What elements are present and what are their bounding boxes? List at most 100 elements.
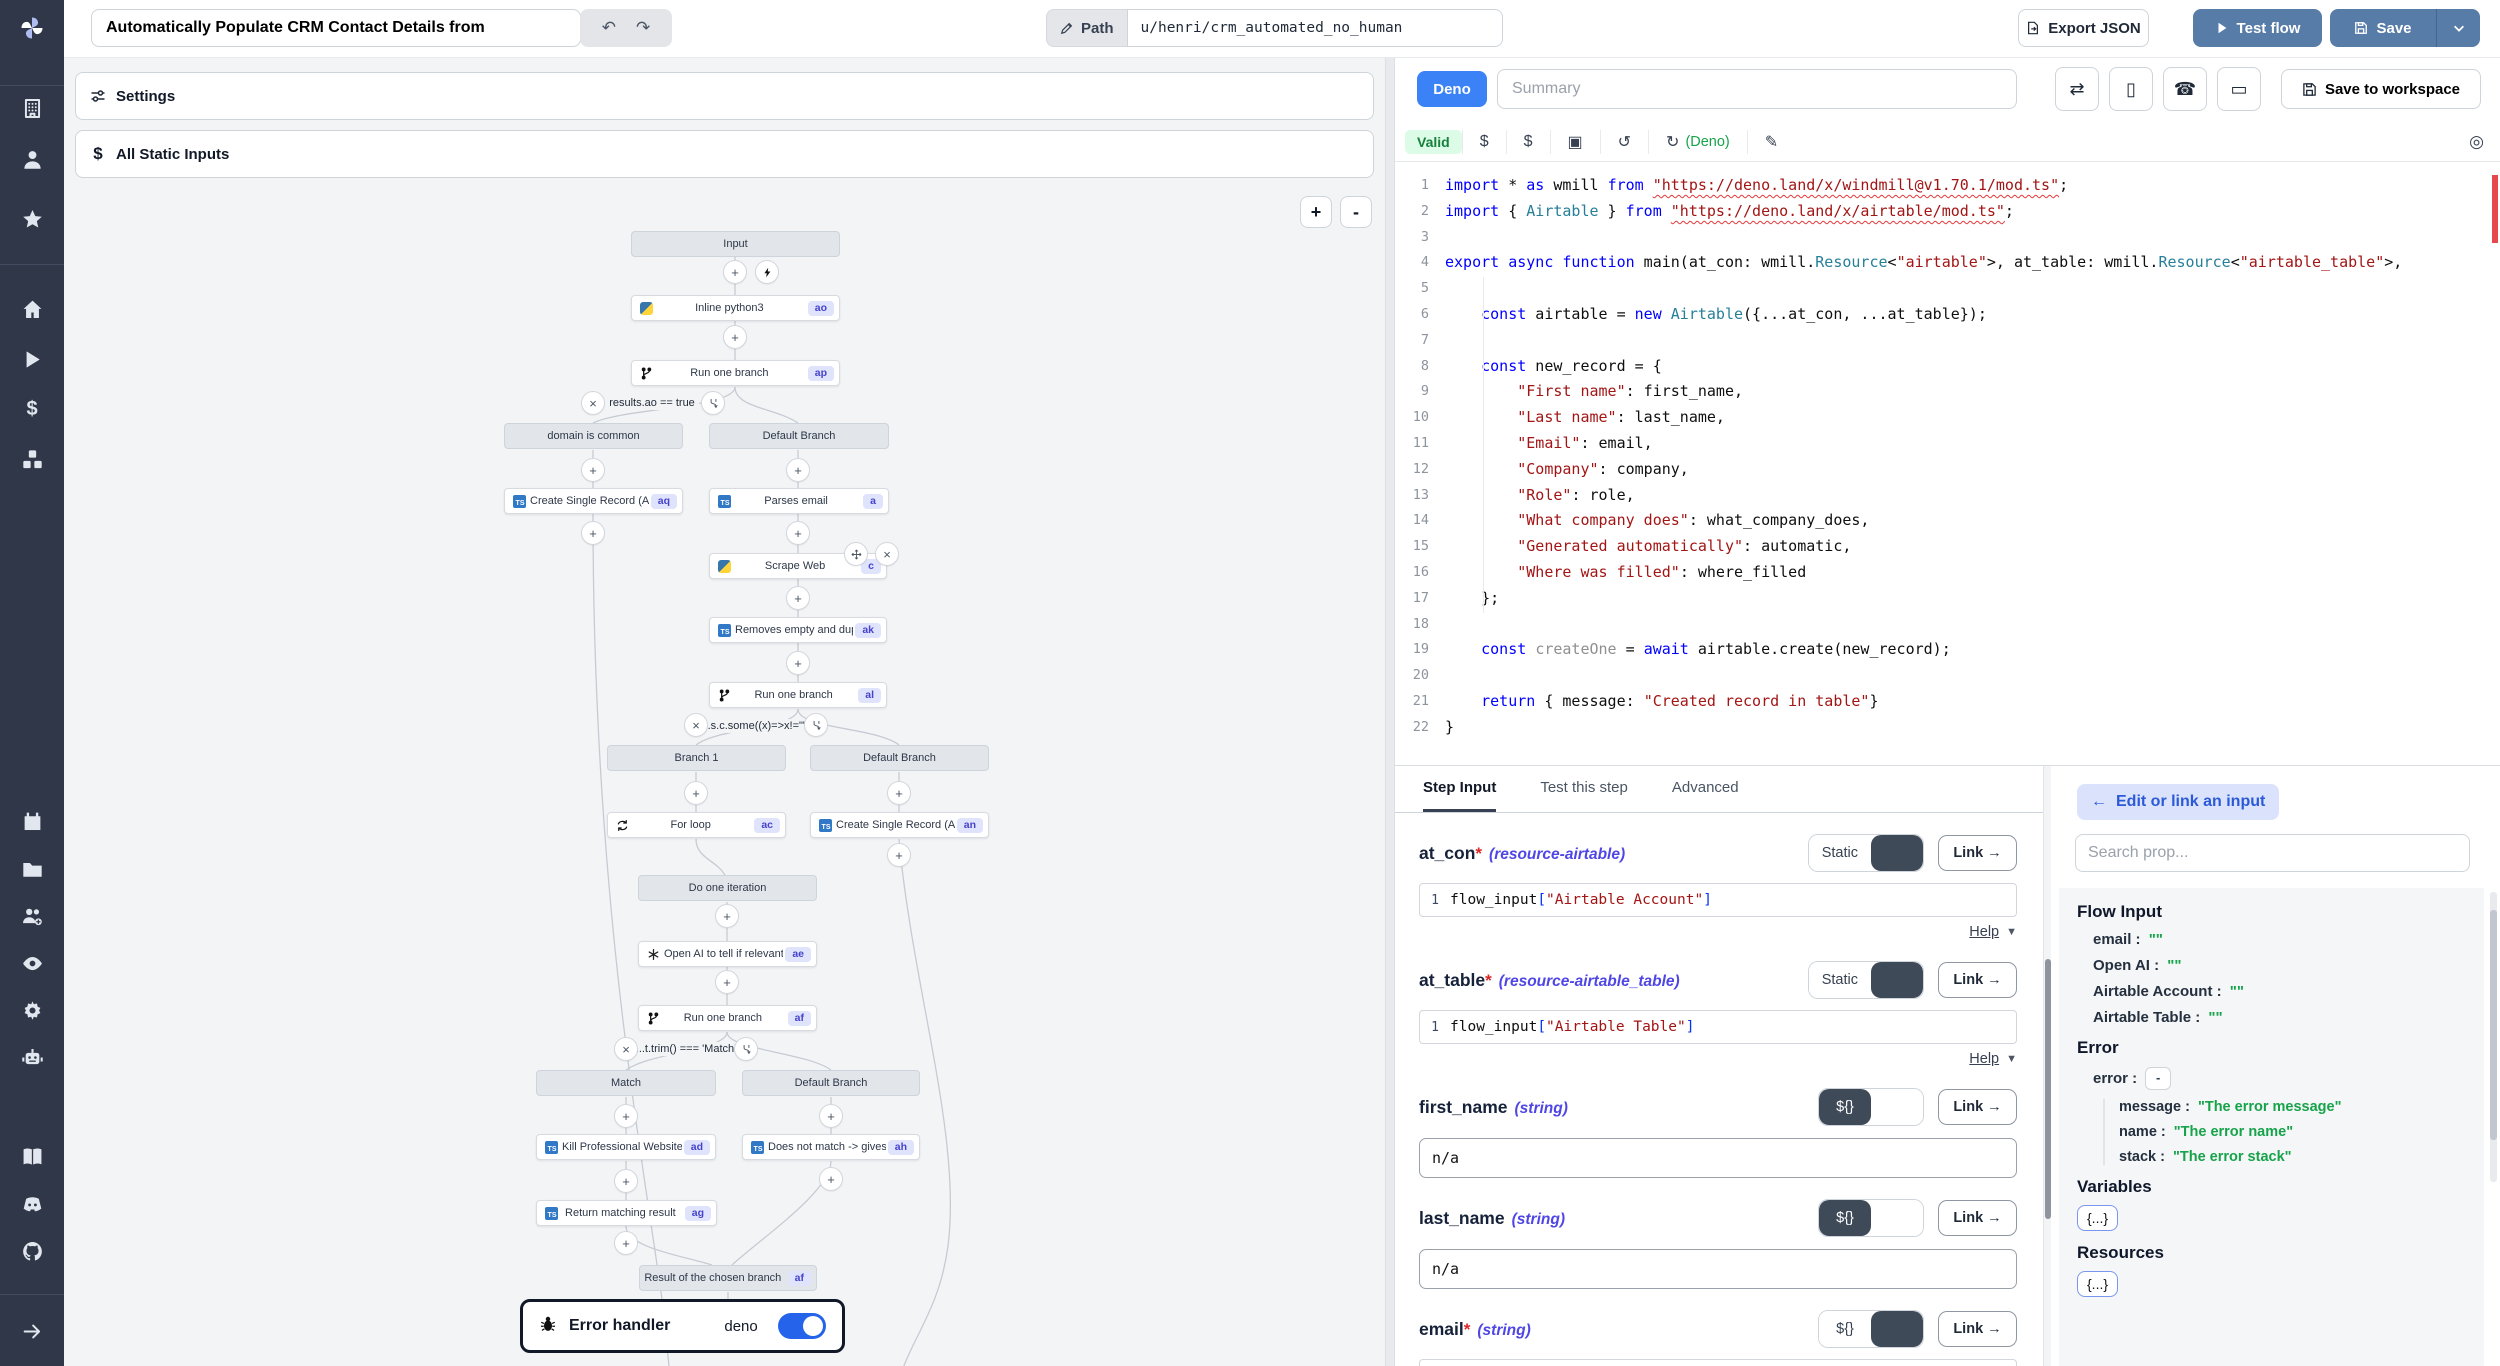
link-button[interactable]: Link → [1938, 1200, 2017, 1236]
flow-node-db2[interactable]: Default Branch [810, 745, 989, 771]
flow-node-db1[interactable]: Default Branch [709, 423, 889, 449]
add-branch-icon[interactable] [734, 1037, 758, 1061]
dollar-icon[interactable]: $ [20, 397, 44, 421]
flow-node-result[interactable]: Result of the chosen branchaf [639, 1265, 817, 1291]
user-icon[interactable] [20, 147, 44, 171]
collapse-button[interactable]: - [2145, 1067, 2171, 1090]
user-group-icon[interactable] [20, 904, 44, 928]
regenerate-deno-button[interactable]: ↻ (Deno) [1648, 130, 1747, 154]
code-line[interactable]: 10 "Last name": last_name, [1393, 405, 2488, 431]
add-step-icon[interactable]: + [887, 781, 911, 805]
flow-node-an[interactable]: TSCreate Single Record (Airtable)an [810, 812, 989, 838]
help-link[interactable]: Help [1969, 1051, 1999, 1067]
flow-node-ak[interactable]: TSRemoves empty and duplicatesak [709, 617, 887, 643]
code-line[interactable]: 4export async function main(at_con: wmil… [1393, 250, 2488, 276]
add-step-icon[interactable]: + [786, 586, 810, 610]
add-step-icon[interactable]: + [614, 1104, 638, 1128]
folder-icon[interactable] [20, 857, 44, 881]
prop-item-name[interactable]: name : "The error name" [2119, 1124, 2466, 1140]
add-step-icon[interactable]: + [715, 970, 739, 994]
code-line[interactable]: 9 "First name": first_name, [1393, 379, 2488, 405]
add-step-icon[interactable]: + [723, 325, 747, 349]
link-button[interactable]: Link → [1938, 1089, 2017, 1125]
phone-icon[interactable]: ☎ [2163, 67, 2207, 111]
eye-icon[interactable]: ◎ [2469, 132, 2484, 152]
tab-step-input[interactable]: Step Input [1423, 766, 1496, 812]
code-line[interactable]: 7 [1393, 328, 2488, 354]
expression-editor[interactable]: 1flow_input.email [1419, 1359, 2017, 1366]
add-step-icon[interactable]: + [684, 781, 708, 805]
error-handler-node[interactable]: Error handler deno [520, 1299, 845, 1353]
prop-item-error[interactable]: error : - [2093, 1067, 2466, 1090]
link-button[interactable]: Link → [1938, 835, 2017, 871]
add-step-icon[interactable]: + [819, 1167, 843, 1191]
code-line[interactable]: 3 [1393, 225, 2488, 251]
code-line[interactable]: 20 [1393, 663, 2488, 689]
code-line[interactable]: 12 "Company": company, [1393, 457, 2488, 483]
flow-settings-row[interactable]: Settings [75, 72, 1374, 120]
save-button[interactable]: Save [2330, 9, 2436, 47]
swap-icon[interactable]: ⇄ [2055, 67, 2099, 111]
gear-icon[interactable] [20, 998, 44, 1022]
flow-node-aq[interactable]: TSCreate Single Record (Airtable)aq [504, 488, 683, 514]
prop-search-input[interactable] [2075, 834, 2470, 872]
code-editor[interactable]: 1import * as wmill from "https://deno.la… [1393, 161, 2488, 777]
rectangle-icon[interactable]: ▯ [2109, 67, 2153, 111]
summary-input[interactable] [1497, 69, 2017, 109]
flow-node-ao[interactable]: Inline python3ao [631, 295, 840, 321]
eye-icon[interactable] [20, 951, 44, 975]
code-line[interactable]: 11 "Email": email, [1393, 431, 2488, 457]
code-line[interactable]: 16 "Where was filled": where_filled [1393, 560, 2488, 586]
bed-icon[interactable]: ▭ [2217, 67, 2261, 111]
play-icon[interactable] [20, 347, 44, 371]
dollar-icon[interactable]: $ [1462, 130, 1506, 154]
calendar-icon[interactable] [20, 809, 44, 833]
code-line[interactable]: 1import * as wmill from "https://deno.la… [1393, 173, 2488, 199]
zoom-out-button[interactable]: - [1340, 196, 1372, 228]
save-dropdown-button[interactable] [2436, 9, 2480, 47]
add-step-icon[interactable]: + [786, 651, 810, 675]
input-mode-toggle[interactable]: ${} [1818, 1199, 1924, 1237]
language-badge[interactable]: Deno [1417, 71, 1487, 107]
all-static-inputs-row[interactable]: $ All Static Inputs [75, 130, 1374, 178]
trigger-icon[interactable] [755, 260, 779, 284]
arrow-right-icon[interactable] [20, 1319, 44, 1343]
redo-icon[interactable]: ↷ [636, 18, 650, 38]
building-icon[interactable] [20, 96, 44, 120]
flow-node-db3[interactable]: Default Branch [742, 1070, 920, 1096]
move-icon[interactable] [844, 542, 868, 566]
flow-node-ap[interactable]: Run one branchap [631, 360, 840, 386]
flow-node-input[interactable]: Input [631, 231, 840, 257]
variables-chip[interactable]: {...} [2077, 1205, 2118, 1231]
tab-test-this-step[interactable]: Test this step [1540, 766, 1628, 812]
panel-divider[interactable] [1385, 57, 1395, 1366]
add-step-icon[interactable]: + [581, 458, 605, 482]
edit-or-link-button[interactable]: ← Edit or link an input [2077, 784, 2279, 820]
flow-node-b1h[interactable]: domain is common [504, 423, 683, 449]
prop-item-airtable-account[interactable]: Airtable Account : "" [2093, 983, 2466, 1000]
add-branch-icon[interactable] [701, 391, 725, 415]
prop-item-message[interactable]: message : "The error message" [2119, 1099, 2466, 1115]
scrollbar-thumb[interactable] [2490, 910, 2497, 1140]
add-step-icon[interactable]: + [819, 1104, 843, 1128]
star-icon[interactable] [20, 207, 44, 231]
robot-icon[interactable] [20, 1045, 44, 1069]
input-mode-toggle[interactable]: Static [1808, 834, 1924, 872]
undo-icon[interactable]: ↶ [602, 18, 616, 38]
expression-editor[interactable]: 1flow_input["Airtable Table"] [1419, 1010, 2017, 1044]
input-mode-toggle[interactable]: ${} [1818, 1310, 1924, 1348]
link-button[interactable]: Link → [1938, 962, 2017, 998]
code-line[interactable]: 15 "Generated automatically": automatic, [1393, 534, 2488, 560]
code-line[interactable]: 8 const new_record = { [1393, 354, 2488, 380]
windmill-logo[interactable] [17, 13, 47, 43]
remove-branch-icon[interactable]: × [614, 1037, 638, 1061]
add-step-icon[interactable]: + [786, 521, 810, 545]
flow-node-b3h[interactable]: Match [536, 1070, 716, 1096]
flow-node-iter[interactable]: Do one iteration [638, 875, 817, 901]
code-line[interactable]: 13 "Role": role, [1393, 483, 2488, 509]
flow-node-al[interactable]: Run one branchal [709, 682, 887, 708]
discord-icon[interactable] [20, 1192, 44, 1216]
prop-item-airtable-table[interactable]: Airtable Table : "" [2093, 1009, 2466, 1026]
flow-node-ac[interactable]: For loopac [607, 812, 786, 838]
code-line[interactable]: 2import { Airtable } from "https://deno.… [1393, 199, 2488, 225]
